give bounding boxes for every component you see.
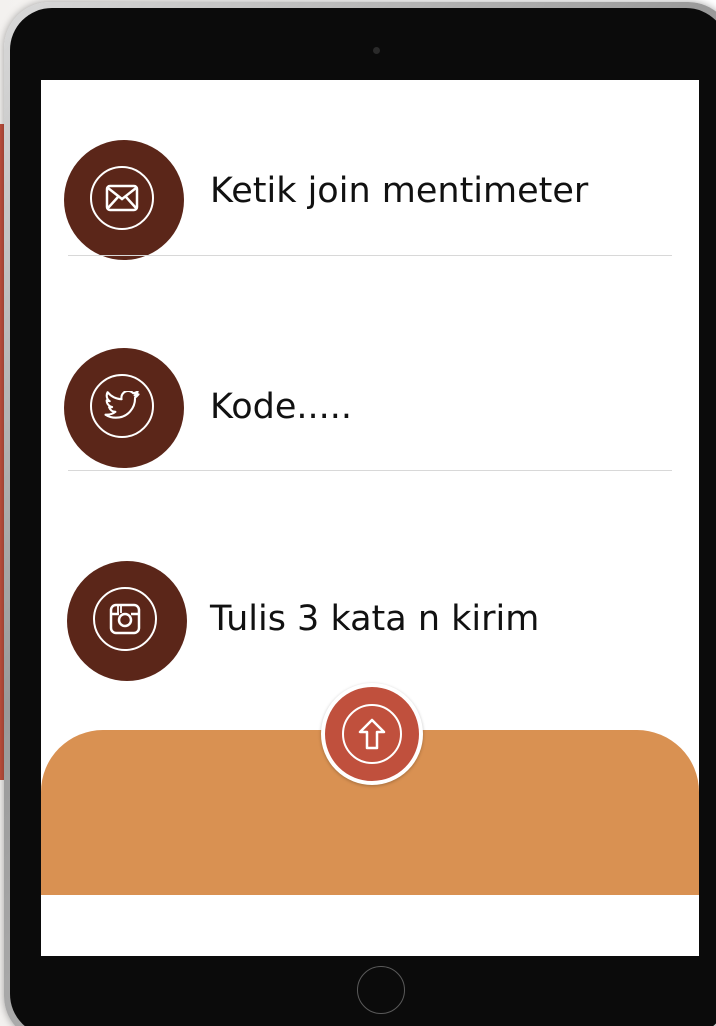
instagram-icon	[93, 587, 157, 651]
twitter-icon-circle	[64, 348, 184, 468]
tablet-screen: Ketik join mentimeter Kode..... Tulis 3 …	[41, 80, 699, 956]
arrow-up-icon	[342, 704, 402, 764]
list-item-label: Ketik join mentimeter	[210, 171, 589, 211]
home-button[interactable]	[357, 966, 405, 1014]
mail-icon-circle	[64, 140, 184, 260]
list-item-join[interactable]: Ketik join mentimeter	[41, 80, 699, 260]
divider	[68, 255, 672, 256]
camera-icon	[373, 47, 380, 54]
scroll-up-button[interactable]	[321, 683, 423, 785]
instagram-icon-circle	[67, 561, 187, 681]
list-item-code[interactable]: Kode.....	[41, 260, 699, 470]
slide-canvas: Ketik join mentimeter Kode..... Tulis 3 …	[0, 0, 716, 1026]
list-item-send[interactable]: Tulis 3 kata n kirim	[41, 470, 699, 690]
mail-icon	[90, 166, 154, 230]
twitter-icon	[90, 374, 154, 438]
list-item-label: Tulis 3 kata n kirim	[210, 599, 540, 639]
list-item-label: Kode.....	[210, 387, 352, 427]
